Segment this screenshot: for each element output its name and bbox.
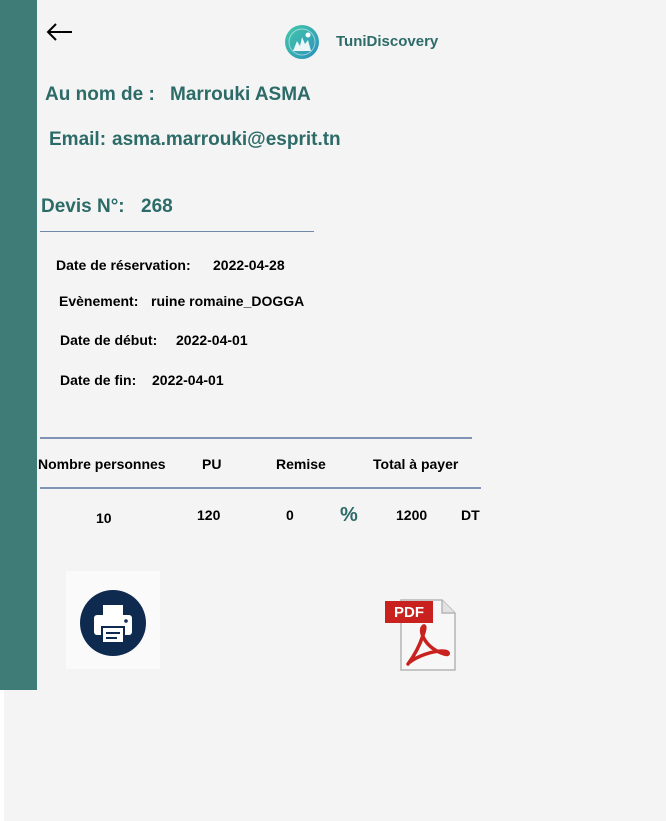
pdf-icon-text: PDF (394, 604, 424, 621)
tunidiscovery-logo (285, 25, 319, 59)
devis-label: Devis N°: (41, 196, 125, 217)
header-total: Total à payer (373, 456, 459, 472)
client-email-label: Email: (49, 129, 107, 150)
discount-percent: % (340, 504, 358, 526)
arrow-left-icon (46, 23, 72, 41)
devis-number: 268 (141, 196, 173, 217)
event-label: Evènement: (59, 293, 139, 309)
header-persons: Nombre personnes (38, 456, 166, 472)
start-date-label: Date de début: (60, 332, 158, 348)
total-value: 1200 (396, 507, 428, 523)
left-accent-bar (0, 0, 37, 690)
header-discount: Remise (276, 456, 326, 472)
discount-value: 0 (286, 507, 294, 523)
reservation-date-label: Date de réservation: (56, 257, 191, 273)
unit-price-value: 120 (197, 507, 221, 523)
back-button[interactable] (44, 18, 76, 46)
printer-icon (80, 590, 146, 656)
end-date-label: Date de fin: (60, 372, 137, 388)
header-unit-price: PU (202, 456, 222, 472)
start-date-value: 2022-04-01 (176, 332, 248, 348)
end-date-value: 2022-04-01 (152, 372, 224, 388)
client-email-value: asma.marrouki@esprit.tn (112, 129, 341, 150)
client-name-value: Marrouki ASMA (170, 84, 311, 105)
reservation-date-value: 2022-04-28 (213, 257, 285, 273)
bottom-gutter (0, 690, 4, 821)
print-button[interactable] (79, 589, 147, 657)
table-top-divider (40, 437, 472, 439)
currency-label: DT (461, 507, 480, 523)
pdf-icon: PDF (385, 599, 456, 671)
persons-value: 10 (96, 510, 112, 526)
event-value: ruine romaine_DOGGA (151, 293, 305, 309)
table-header-divider (40, 487, 481, 489)
app-title: TuniDiscovery (336, 33, 439, 50)
client-name-label: Au nom de : (45, 84, 155, 105)
devis-divider (40, 231, 314, 232)
pdf-export-button[interactable]: PDF (384, 598, 458, 672)
